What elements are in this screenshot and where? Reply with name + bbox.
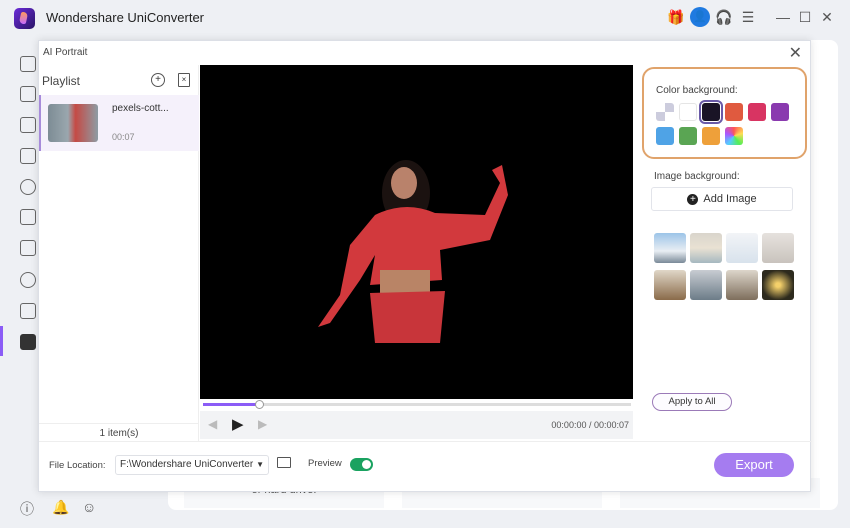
video-editor-icon[interactable] [20,148,36,164]
color-swatch-white[interactable] [679,103,697,121]
add-image-button[interactable]: + Add Image [651,187,793,211]
image-thumbnail-interior[interactable] [726,270,758,300]
item-count: 1 item(s) [39,423,199,439]
playlist-panel: Playlist + × pexels-cott... 00:07 1 item… [39,65,199,441]
export-button[interactable]: Export [714,453,794,477]
delete-icon[interactable]: × [178,73,190,87]
color-background-label: Color background: [656,85,738,96]
list-item[interactable]: pexels-cott... 00:07 [39,95,199,151]
preview-label: Preview [308,458,342,469]
color-swatch-transparent[interactable] [656,103,674,121]
image-thumbnail-room[interactable] [654,270,686,300]
feedback-icon[interactable]: ☺ [82,499,96,515]
home-icon[interactable] [20,56,36,72]
image-thumbnail-beach[interactable] [690,233,722,263]
color-swatch-green[interactable] [679,127,697,145]
image-thumbnail-lights[interactable] [762,270,794,300]
play-icon[interactable]: ▶ [232,415,244,433]
time-readout: 00:00:00 / 00:00:07 [551,420,629,430]
file-location-label: File Location: [49,460,106,471]
converter-icon[interactable] [20,86,36,102]
chevron-down-icon: ▼ [256,460,264,469]
gift-icon[interactable]: 🎁 [666,7,686,27]
color-swatch-pink[interactable] [748,103,766,121]
file-location-select[interactable]: F:\Wondershare UniConverter ▼ [115,455,269,475]
player-controls: ◀ ▶ ▶ 00:00:00 / 00:00:07 [200,411,633,439]
image-background-label: Image background: [654,171,740,182]
video-thumbnail [48,104,98,142]
next-frame-icon[interactable]: ▶ [258,417,267,431]
color-swatch-blue[interactable] [656,127,674,145]
color-swatch-yellow[interactable] [702,127,720,145]
screen-recorder-icon[interactable] [20,240,36,256]
player-icon[interactable] [20,303,36,319]
color-swatch-orange-red[interactable] [725,103,743,121]
dialog-title: AI Portrait [43,47,88,58]
file-duration: 00:07 [112,132,135,142]
folder-icon[interactable] [277,457,291,468]
downloader-icon[interactable] [20,117,36,133]
image-thumbnail-flower[interactable] [762,233,794,263]
sidebar-selected-indicator [0,326,3,356]
app-logo [14,8,35,29]
ai-portrait-dialog: AI Portrait ✕ Playlist + × pexels-cott..… [38,40,812,493]
progress-fill [203,403,259,406]
playlist-title: Playlist [42,74,81,88]
title-bar: Wondershare UniConverter 🎁 👤 🎧 ☰ — ☐ ✕ [0,0,850,34]
merger-icon[interactable] [20,209,36,225]
progress-handle[interactable] [254,400,264,409]
minimize-icon[interactable]: — [773,7,793,27]
color-background-section: Color background: [642,67,807,159]
bottom-bar: File Location: F:\Wondershare UniConvert… [39,441,812,493]
support-icon[interactable]: 🎧 [714,7,734,27]
color-swatch-custom[interactable] [725,127,743,145]
cut-icon[interactable] [20,179,36,195]
apply-to-all-button[interactable]: Apply to All [652,393,732,411]
color-swatch-purple[interactable] [771,103,789,121]
account-icon[interactable]: 👤 [690,7,710,27]
previous-frame-icon[interactable]: ◀ [208,417,217,431]
maximize-icon[interactable]: ☐ [795,7,815,27]
background-panel: Color background: Image background: + Add… [633,65,811,441]
toolbox-icon[interactable] [20,334,36,350]
window-close-icon[interactable]: ✕ [817,7,837,27]
image-thumbnail-mountains[interactable] [654,233,686,263]
help-icon[interactable]: ⓘ [20,499,34,519]
close-icon[interactable]: ✕ [789,43,802,63]
file-name: pexels-cott... [112,103,169,114]
menu-icon[interactable]: ☰ [738,7,758,27]
notification-icon[interactable]: 🔔 [52,499,69,516]
video-preview [200,65,633,399]
add-file-icon[interactable]: + [151,73,165,87]
progress-track[interactable] [203,400,631,409]
image-thumbnail-office[interactable] [690,270,722,300]
file-location-value: F:\Wondershare UniConverter [120,459,254,470]
portrait-figure [318,160,508,343]
app-title: Wondershare UniConverter [46,10,204,25]
add-image-label: Add Image [703,193,757,205]
dvd-burner-icon[interactable] [20,272,36,288]
preview-toggle[interactable] [350,458,373,471]
plus-circle-icon: + [687,194,699,205]
image-thumbnail-snow[interactable] [726,233,758,263]
color-swatch-black[interactable] [699,100,723,124]
